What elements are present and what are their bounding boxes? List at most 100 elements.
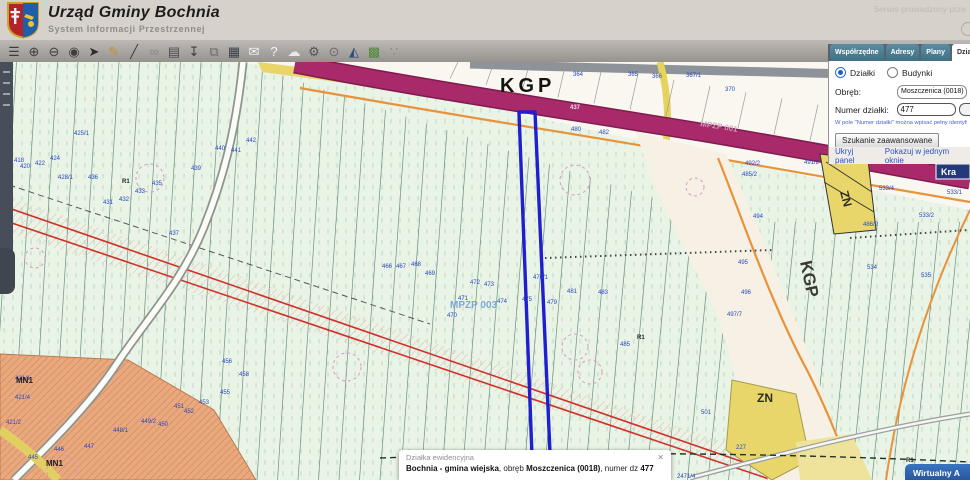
svg-text:494: 494	[753, 214, 764, 220]
map-viewport[interactable]: Kra 418 420 422 424 428/1 425/1 436 431 432 433 43…	[0, 62, 970, 480]
header-circle-button[interactable]	[961, 22, 970, 36]
close-icon[interactable]: ✕	[657, 453, 664, 462]
draw-icon[interactable]: ✎	[104, 42, 124, 60]
popup-title: Działka ewidencyjna	[406, 453, 474, 462]
svg-text:496: 496	[741, 290, 752, 296]
radio-buildings-label: Budynki	[902, 67, 933, 78]
tab-współrzędne[interactable]: Współrzędne	[830, 44, 884, 61]
search-settings-icon[interactable]: ⊙	[324, 42, 344, 60]
settings-icon[interactable]: ⚙	[304, 42, 324, 60]
svg-text:445: 445	[28, 455, 39, 461]
svg-text:450: 450	[158, 422, 169, 428]
svg-text:492/2: 492/2	[745, 161, 761, 167]
measure-icon[interactable]: ╱	[124, 42, 144, 60]
search-button-stub[interactable]	[959, 103, 970, 116]
legend-strip[interactable]	[0, 62, 13, 270]
virtual-assistant-button[interactable]: Wirtualny A	[905, 464, 970, 480]
legend-strip-handle[interactable]	[0, 248, 15, 294]
link-icon[interactable]: ∞	[144, 42, 164, 60]
radio-buildings[interactable]	[887, 67, 899, 78]
svg-text:428/1: 428/1	[58, 175, 74, 181]
svg-text:447: 447	[84, 444, 95, 450]
svg-text:436: 436	[88, 175, 99, 181]
print-icon[interactable]: ▤	[164, 42, 184, 60]
message-icon[interactable]: ✉	[244, 42, 264, 60]
tab-plany[interactable]: Plany	[921, 44, 950, 61]
copy-icon[interactable]: ⧉	[204, 42, 224, 60]
svg-text:421/2: 421/2	[6, 420, 22, 426]
svg-text:MN1: MN1	[16, 376, 33, 385]
road-name-sign: Kra	[935, 163, 970, 180]
markers-icon[interactable]: ∵	[384, 42, 404, 60]
strip-mark	[3, 104, 10, 106]
strip-mark	[3, 93, 10, 95]
svg-text:KGP: KGP	[500, 75, 555, 97]
svg-text:485/2: 485/2	[742, 172, 758, 178]
tab-działki[interactable]: Działki	[951, 44, 970, 61]
map-toolbar: ☰ ⊕ ⊖ ◉ ➤ ✎ ╱ ∞ ▤ ↧ ⧉ ▦ ✉? ☁ ⚙ ⊙ ◭ ▩ ∵	[0, 40, 970, 62]
svg-text:467: 467	[396, 264, 407, 270]
svg-text:365: 365	[628, 72, 639, 78]
svg-text:435: 435	[152, 181, 163, 187]
svg-text:480: 480	[571, 127, 582, 133]
search-tabbar: WspółrzędneAdresyPlanyDziałki	[828, 44, 970, 61]
legend-colors-icon[interactable]: ▩	[364, 42, 384, 60]
app-subtitle: System Informacji Przestrzennej	[48, 24, 206, 34]
svg-text:476/1: 476/1	[533, 275, 549, 281]
svg-text:421/4: 421/4	[15, 395, 31, 401]
svg-text:364: 364	[573, 72, 584, 78]
svg-text:440: 440	[215, 146, 226, 152]
select-area-icon[interactable]: ◉	[64, 42, 84, 60]
svg-text:432: 432	[119, 197, 130, 203]
svg-text:485: 485	[620, 342, 631, 348]
navigate-icon[interactable]: ◭	[344, 42, 364, 60]
tab-adresy[interactable]: Adresy	[885, 44, 920, 61]
svg-text:441: 441	[231, 148, 242, 154]
svg-text:491/2: 491/2	[804, 160, 820, 166]
single-window-link[interactable]: Pokazuj w jednym oknie	[885, 147, 970, 165]
svg-text:453: 453	[199, 400, 210, 406]
obreb-select[interactable]: Moszczenica (0018)	[897, 85, 967, 99]
svg-text:497/7: 497/7	[727, 312, 743, 318]
cloud-icon[interactable]: ☁	[284, 42, 304, 60]
svg-text:455: 455	[220, 390, 231, 396]
svg-text:483: 483	[598, 290, 609, 296]
zoom-out-icon[interactable]: ⊖	[44, 42, 64, 60]
svg-text:533/2: 533/2	[919, 213, 935, 219]
svg-text:2471/4: 2471/4	[677, 474, 696, 480]
svg-text:433: 433	[135, 189, 146, 195]
radio-parcels[interactable]	[835, 67, 846, 78]
svg-text:456: 456	[222, 359, 233, 365]
search-panel: Działki Budynki Obręb: Moszczenica (0018…	[828, 61, 970, 154]
svg-text:448/1: 448/1	[113, 428, 129, 434]
layout-icon[interactable]: ▦	[224, 42, 244, 60]
svg-text:533/4: 533/4	[879, 186, 895, 192]
svg-text:366: 366	[652, 74, 663, 80]
svg-text:495: 495	[738, 260, 749, 266]
zoom-in-icon[interactable]: ⊕	[24, 42, 44, 60]
svg-text:501: 501	[701, 410, 712, 416]
radio-parcels-label: Działki	[850, 67, 876, 78]
map-canvas[interactable]: Kra 418420 422424428/1425/1436431 43243343…	[0, 62, 970, 480]
svg-text:534: 534	[867, 265, 878, 271]
svg-text:MN1: MN1	[46, 459, 63, 468]
svg-text:422: 422	[35, 161, 46, 167]
svg-text:370: 370	[725, 87, 736, 93]
help-icon[interactable]: ?	[264, 42, 284, 60]
hide-panel-link[interactable]: Ukryj panel	[835, 147, 875, 165]
svg-text:367/1: 367/1	[686, 73, 702, 79]
svg-text:473: 473	[484, 282, 495, 288]
panel-links: Ukryj panel Pokazuj w jednym oknie	[828, 147, 970, 165]
popup-content: Bochnia - gmina wiejska, obręb Moszczeni…	[406, 464, 654, 473]
parcel-number-hint: W pole "Numer działki" można wpisać pełn…	[835, 120, 967, 126]
pointer-icon[interactable]: ➤	[84, 42, 104, 60]
parcel-number-input[interactable]: 477	[896, 103, 957, 116]
download-icon[interactable]: ↧	[184, 42, 204, 60]
svg-text:452: 452	[184, 409, 195, 415]
layers-icon[interactable]: ☰	[4, 42, 24, 60]
parcel-info-popup: Działka ewidencyjna ✕ Bochnia - gmina wi…	[399, 450, 671, 480]
svg-text:425/1: 425/1	[74, 131, 90, 137]
strip-mark	[3, 71, 10, 73]
gis-application: Kra 418 420 422 424 428/1 425/1 436 431 432 433 43…	[0, 0, 970, 480]
svg-text:227: 227	[736, 445, 747, 451]
